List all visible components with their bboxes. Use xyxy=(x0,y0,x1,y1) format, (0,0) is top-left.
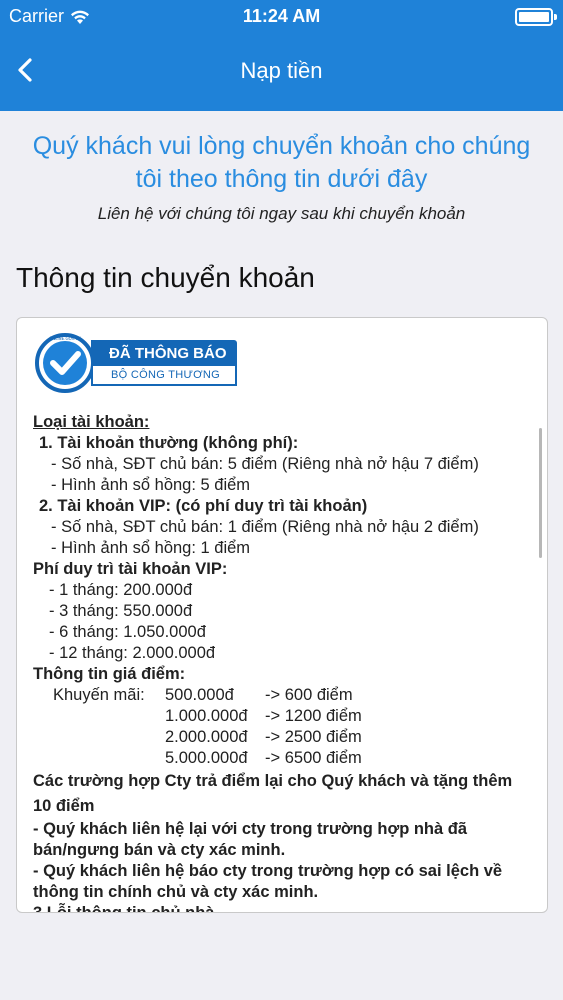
transfer-info-scroll[interactable]: ONLINE.GOV.VN ĐÃ THÔNG BÁO BỘ CÔNG THƯƠN… xyxy=(17,318,547,912)
price-amount: 2.000.000đ xyxy=(165,728,248,746)
badge-top-text: ĐÃ THÔNG BÁO xyxy=(91,340,237,366)
navigation-bar: Nạp tiền xyxy=(0,34,563,111)
vip-account-heading: 2. Tài khoản VIP: (có phí duy trì tài kh… xyxy=(39,497,368,515)
scrollbar[interactable] xyxy=(539,428,542,558)
vip-account-item: - Hình ảnh sổ hồng: 1 điểm xyxy=(51,539,251,557)
price-row: 2.000.000đ -> 2500 điểm xyxy=(33,727,531,748)
refund-case: - Quý khách liên hệ báo cty trong trường… xyxy=(33,862,503,901)
vip-fee-heading: Phí duy trì tài khoản VIP: xyxy=(33,560,228,578)
points-price-heading: Thông tin giá điểm: xyxy=(33,665,186,683)
price-points: -> 600 điểm xyxy=(265,686,353,704)
vip-fee-item: - 12 tháng: 2.000.000đ xyxy=(49,644,216,662)
vip-account-item: - Số nhà, SĐT chủ bán: 1 điểm (Riêng nhà… xyxy=(51,518,479,536)
vip-fee-item: - 1 tháng: 200.000đ xyxy=(49,581,193,599)
price-points: -> 2500 điểm xyxy=(265,728,362,746)
battery-icon xyxy=(515,8,557,26)
account-types-heading: Loại tài khoản: xyxy=(33,413,150,431)
transfer-info-content: Loại tài khoản: 1. Tài khoản thường (khô… xyxy=(33,412,531,912)
price-amount: 5.000.000đ xyxy=(165,749,248,767)
regular-account-item: - Hình ảnh sổ hồng: 5 điểm xyxy=(51,476,251,494)
seal-text: ONLINE.GOV.VN xyxy=(49,336,81,341)
vip-fee-item: - 6 tháng: 1.050.000đ xyxy=(49,623,206,641)
price-points: -> 1200 điểm xyxy=(265,707,362,725)
price-amount: 500.000đ xyxy=(165,686,234,704)
registered-badge: ONLINE.GOV.VN ĐÃ THÔNG BÁO BỘ CÔNG THƯƠN… xyxy=(33,330,531,396)
instructions-header: Quý khách vui lòng chuyển khoản cho chún… xyxy=(0,130,563,224)
regular-account-heading: 1. Tài khoản thường (không phí): xyxy=(39,434,299,452)
promo-label: Khuyến mãi: xyxy=(53,686,145,704)
badge-text: ĐÃ THÔNG BÁO BỘ CÔNG THƯƠNG xyxy=(91,340,237,386)
regular-account-item: - Số nhà, SĐT chủ bán: 5 điểm (Riêng nhà… xyxy=(51,455,479,473)
page-title: Nạp tiền xyxy=(240,58,323,83)
instructions-title: Quý khách vui lòng chuyển khoản cho chún… xyxy=(32,132,531,193)
refund-case: - Quý khách liên hệ lại với cty trong tr… xyxy=(33,820,468,859)
instructions-subtitle: Liên hệ với chúng tôi ngay sau khi chuyể… xyxy=(97,204,466,223)
status-bar: Carrier 11:24 AM xyxy=(0,0,563,34)
vip-fee-item: - 3 tháng: 550.000đ xyxy=(49,602,193,620)
transfer-info-card[interactable]: ONLINE.GOV.VN ĐÃ THÔNG BÁO BỘ CÔNG THƯƠN… xyxy=(16,317,548,913)
badge-bottom-text: BỘ CÔNG THƯƠNG xyxy=(91,366,237,386)
price-row: 5.000.000đ -> 6500 điểm xyxy=(33,748,531,769)
clock: 11:24 AM xyxy=(242,6,321,26)
section-title: Thông tin chuyển khoản xyxy=(16,262,315,293)
price-amount: 1.000.000đ xyxy=(165,707,248,725)
price-row: Khuyến mãi: 500.000đ -> 600 điểm xyxy=(33,685,531,706)
refund-heading: Các trường hợp Cty trả điểm lại cho Quý … xyxy=(33,772,513,815)
price-points: -> 6500 điểm xyxy=(265,749,362,767)
cut-off-line: 3.Lỗi thông tin chủ nhà xyxy=(33,903,531,912)
price-row: 1.000.000đ -> 1200 điểm xyxy=(33,706,531,727)
